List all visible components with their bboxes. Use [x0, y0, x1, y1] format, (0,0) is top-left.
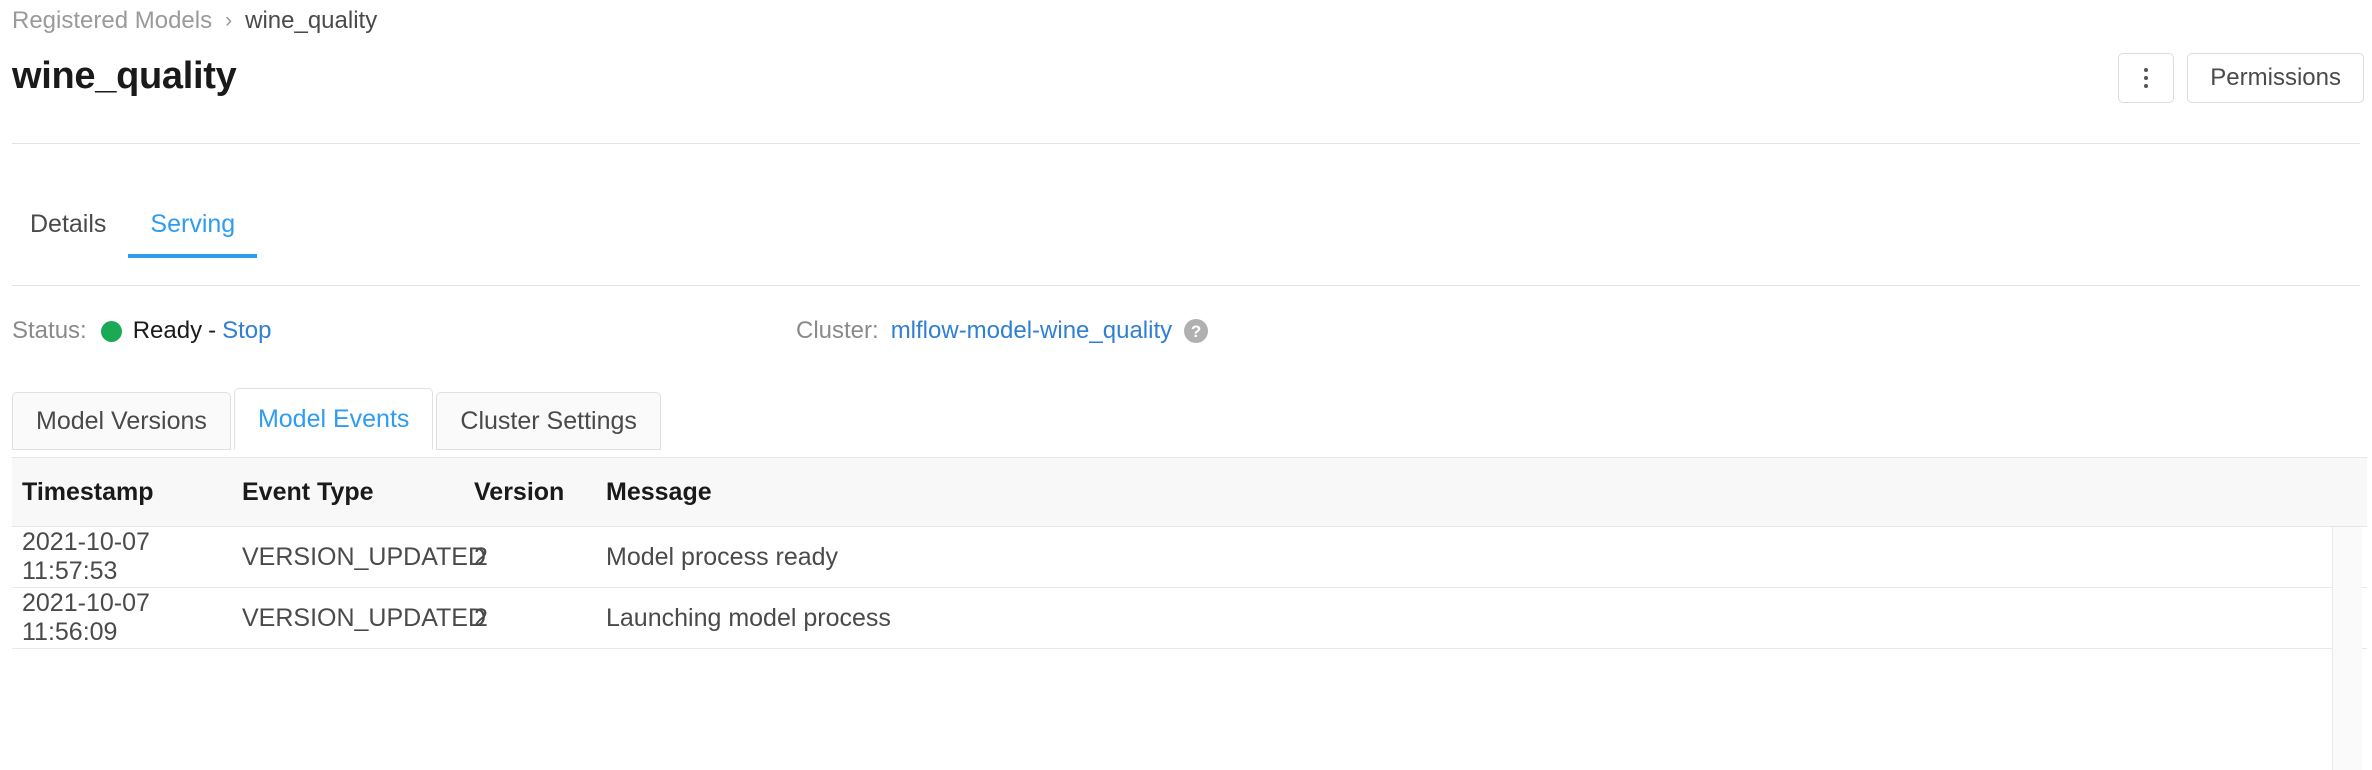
cell-version: 2	[474, 543, 606, 572]
column-header-event-type: Event Type	[242, 478, 474, 507]
breadcrumb-registered-models-link[interactable]: Registered Models	[12, 6, 212, 36]
breadcrumb-current-model: wine_quality	[245, 6, 377, 36]
cell-event-type: VERSION_UPDATED	[242, 543, 474, 572]
breadcrumb: Registered Models › wine_quality	[12, 6, 377, 36]
tab-details[interactable]: Details	[12, 208, 128, 258]
more-options-button[interactable]	[2118, 53, 2174, 103]
cell-timestamp: 2021-10-07 11:57:53	[12, 528, 242, 586]
header-actions: Permissions	[2118, 53, 2364, 103]
model-events-table: Timestamp Event Type Version Message 202…	[12, 457, 2367, 649]
column-header-timestamp: Timestamp	[12, 478, 242, 507]
chevron-right-icon: ›	[225, 6, 232, 36]
help-icon[interactable]: ?	[1184, 319, 1208, 343]
kebab-dot-icon	[2144, 76, 2148, 80]
table-header-row: Timestamp Event Type Version Message	[12, 457, 2367, 527]
status-value: Ready	[133, 315, 202, 347]
sub-tab-model-versions[interactable]: Model Versions	[12, 392, 231, 450]
cluster-info: Cluster: mlflow-model-wine_quality ?	[796, 315, 1208, 347]
cell-message: Launching model process	[606, 604, 2367, 633]
column-header-message: Message	[606, 478, 2367, 507]
cluster-label: Cluster:	[796, 315, 879, 347]
status-label: Status:	[12, 315, 87, 347]
status-separator: -	[208, 315, 216, 347]
table-row[interactable]: 2021-10-07 11:57:53 VERSION_UPDATED 2 Mo…	[12, 527, 2367, 588]
cluster-link[interactable]: mlflow-model-wine_quality	[891, 315, 1172, 347]
main-tabs: Details Serving	[12, 208, 257, 258]
page-header: wine_quality Permissions	[0, 52, 2372, 124]
sub-tab-cluster-settings[interactable]: Cluster Settings	[436, 392, 660, 450]
sub-tab-model-events[interactable]: Model Events	[234, 388, 433, 450]
registered-model-serving-page: Registered Models › wine_quality wine_qu…	[0, 0, 2372, 770]
kebab-dot-icon	[2144, 84, 2148, 88]
status-indicator-icon	[101, 321, 122, 342]
column-header-version: Version	[474, 478, 606, 507]
serving-status: Status: Ready - Stop	[12, 315, 271, 347]
stop-serving-link[interactable]: Stop	[222, 315, 271, 347]
header-divider	[12, 143, 2360, 144]
permissions-button[interactable]: Permissions	[2187, 53, 2364, 103]
cell-message: Model process ready	[606, 543, 2367, 572]
cell-event-type: VERSION_UPDATED	[242, 604, 474, 633]
table-row[interactable]: 2021-10-07 11:56:09 VERSION_UPDATED 2 La…	[12, 588, 2367, 649]
tab-serving[interactable]: Serving	[128, 208, 257, 258]
cell-version: 2	[474, 604, 606, 633]
cell-timestamp: 2021-10-07 11:56:09	[12, 589, 242, 647]
serving-sub-tabs: Model Versions Model Events Cluster Sett…	[12, 388, 664, 450]
kebab-dot-icon	[2144, 68, 2148, 72]
table-vertical-scrollbar[interactable]	[2332, 527, 2362, 770]
main-tabs-underline	[12, 285, 2360, 286]
page-title: wine_quality	[12, 52, 236, 100]
